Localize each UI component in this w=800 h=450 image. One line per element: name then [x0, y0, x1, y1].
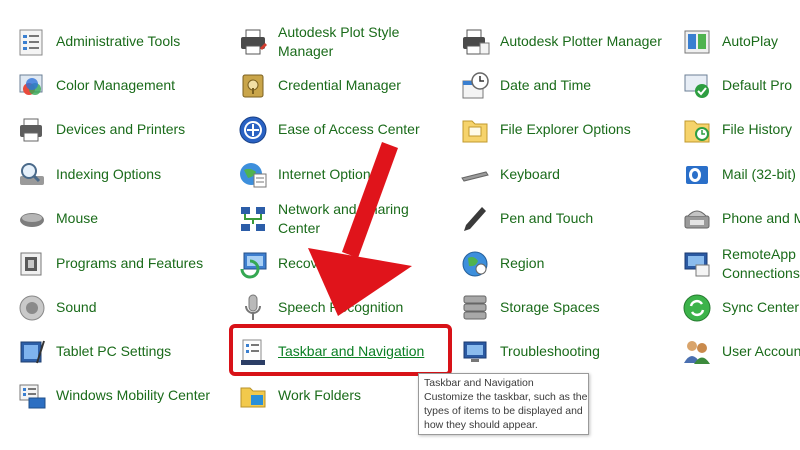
color-management-label[interactable]: Color Management	[56, 76, 175, 95]
devices-and-printers-label[interactable]: Devices and Printers	[56, 120, 185, 139]
region-globe-icon	[462, 251, 488, 277]
autodesk-plotter-manager-label[interactable]: Autodesk Plotter Manager	[500, 32, 662, 51]
pen-and-touch-label[interactable]: Pen and Touch	[500, 209, 593, 228]
storage-spaces-label[interactable]: Storage Spaces	[500, 298, 600, 317]
storage-spaces-icon	[463, 295, 487, 320]
default-programs-label[interactable]: Default Pro	[722, 76, 792, 95]
remoteapp-icon	[684, 252, 710, 277]
default-programs-icon	[684, 74, 709, 98]
tooltip-line-3: how they should appear.	[424, 419, 538, 431]
sync-center-icon	[683, 294, 711, 322]
red-arrow-annotation	[308, 142, 412, 316]
highlight-box	[229, 324, 452, 376]
programs-and-features-label[interactable]: Programs and Features	[56, 254, 203, 273]
autoplay-icon	[684, 30, 710, 54]
autodesk-plot-style-manager-icon	[241, 29, 267, 55]
file-history-icon	[684, 120, 710, 143]
sync-center-label[interactable]: Sync Center	[722, 298, 799, 317]
pen-icon	[464, 207, 486, 231]
network-icon	[241, 207, 265, 231]
indexing-options-label[interactable]: Indexing Options	[56, 165, 161, 184]
printer-icon	[20, 118, 42, 142]
tooltip: Taskbar and Navigation Customize the tas…	[418, 373, 589, 435]
administrative-tools-label[interactable]: Administrative Tools	[56, 32, 180, 51]
phone-and-modem-icon	[684, 210, 710, 229]
ease-of-access-center-label[interactable]: Ease of Access Center	[278, 120, 420, 139]
credential-manager-label[interactable]: Credential Manager	[278, 76, 401, 95]
work-folders-label[interactable]: Work Folders	[278, 386, 361, 405]
tooltip-title: Taskbar and Navigation	[424, 377, 534, 389]
recovery-icon	[240, 252, 267, 279]
windows-mobility-center-icon	[19, 384, 46, 409]
date-and-time-icon	[462, 72, 489, 99]
remoteapp-label[interactable]: RemoteApp Connections	[722, 245, 800, 283]
autoplay-label[interactable]: AutoPlay	[722, 32, 778, 51]
keyboard-label[interactable]: Keyboard	[500, 165, 560, 184]
mail-icon	[686, 166, 708, 184]
folder-options-icon	[462, 120, 488, 143]
keyboard-icon	[461, 171, 489, 182]
user-accounts-label[interactable]: User Accoun	[722, 342, 800, 361]
ease-of-access-icon	[239, 116, 267, 144]
troubleshooting-label[interactable]: Troubleshooting	[500, 342, 600, 361]
region-label[interactable]: Region	[500, 254, 544, 273]
user-accounts-icon	[684, 341, 710, 364]
administrative-tools-icon	[19, 29, 43, 56]
tablet-pc-settings-label[interactable]: Tablet PC Settings	[56, 342, 171, 361]
file-history-label[interactable]: File History	[722, 120, 792, 139]
date-and-time-label[interactable]: Date and Time	[500, 76, 591, 95]
mouse-icon	[20, 213, 44, 227]
mail-label[interactable]: Mail (32-bit)	[722, 165, 796, 184]
work-folders-icon	[240, 387, 266, 408]
indexing-options-icon	[20, 163, 44, 185]
microphone-icon	[245, 294, 261, 320]
windows-mobility-center-label[interactable]: Windows Mobility Center	[56, 386, 210, 405]
tablet-pc-icon	[20, 340, 45, 364]
credential-manager-icon	[242, 74, 264, 98]
autodesk-plotter-manager-icon	[463, 29, 490, 55]
sound-label[interactable]: Sound	[56, 298, 96, 317]
internet-options-icon	[240, 163, 267, 188]
autodesk-plot-style-manager-label[interactable]: Autodesk Plot Style Manager	[278, 23, 418, 61]
tooltip-line-1: Customize the taskbar, such as the	[424, 391, 588, 403]
file-explorer-options-label[interactable]: File Explorer Options	[500, 120, 631, 139]
mouse-label[interactable]: Mouse	[56, 209, 98, 228]
speaker-icon	[19, 295, 45, 321]
tooltip-line-2: types of items to be displayed and	[424, 405, 583, 417]
phone-and-modem-label[interactable]: Phone and M	[722, 209, 800, 228]
programs-and-features-icon	[20, 252, 42, 276]
troubleshooting-icon	[463, 341, 487, 362]
color-management-icon	[19, 74, 43, 95]
